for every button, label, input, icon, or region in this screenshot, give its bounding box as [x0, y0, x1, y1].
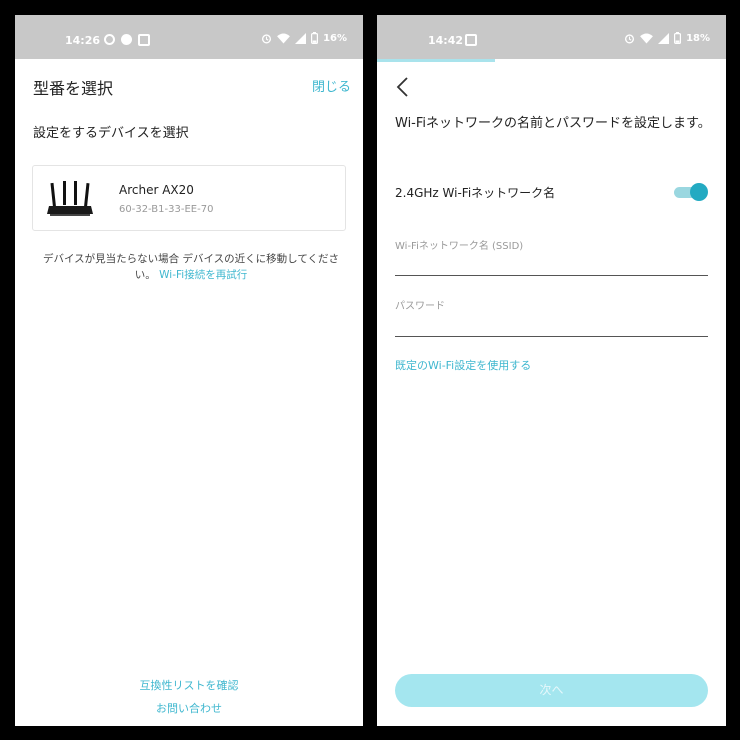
back-arrow-icon[interactable]: [393, 75, 415, 99]
use-default-wifi-link[interactable]: 既定のWi-Fi設定を使用する: [395, 357, 531, 373]
close-button[interactable]: 閉じる: [312, 76, 351, 95]
page-title: 型番を選択: [33, 79, 114, 98]
app-notification-icon: [465, 33, 477, 46]
wifi-icon: [277, 32, 290, 44]
ssid-field[interactable]: Wi-Fiネットワーク名 (SSID): [395, 237, 523, 252]
battery-icon: [311, 32, 319, 44]
battery-icon: [674, 32, 682, 44]
device-mac: 60-32-B1-33-EE-70: [119, 204, 214, 215]
alarm-icon: [625, 33, 635, 43]
device-select-screen: 14:26 16% 型番を選択 閉じる 設定をするデバイスを選択 Archer …: [15, 15, 363, 726]
wifi-setup-screen: 14:42 18% Wi-Fiネットワークの名前とパスワードを設定します。 2.…: [377, 15, 726, 726]
signal-icon: [658, 32, 670, 44]
toggle-knob: [690, 183, 708, 201]
retry-wifi-link[interactable]: Wi-Fi接続を再試行: [159, 269, 247, 281]
status-time: 14:42: [428, 34, 464, 47]
signal-icon: [295, 32, 307, 44]
password-underline: [395, 336, 708, 337]
app-notification-icon: [138, 33, 150, 46]
device-not-found-help: デバイスが見当たらない場合 デバイスの近くに移動してください。 Wi-Fi接続を…: [33, 251, 349, 283]
wifi-icon: [640, 32, 653, 44]
notification-icons: [465, 33, 477, 46]
battery-percent: 18%: [686, 32, 710, 44]
battery-percent: 16%: [323, 32, 347, 44]
section-subtitle: 設定をするデバイスを選択: [33, 126, 189, 141]
password-field[interactable]: パスワード: [395, 297, 445, 312]
notification-icons: [104, 33, 150, 46]
alarm-icon: [262, 33, 272, 43]
status-bar: 14:26 16%: [15, 15, 363, 59]
router-icon: [47, 181, 93, 216]
app-notification-icon: [104, 34, 115, 45]
wifi-toggle[interactable]: [674, 183, 708, 201]
device-card[interactable]: Archer AX20 60-32-B1-33-EE-70: [32, 165, 346, 231]
next-button[interactable]: 次へ: [395, 674, 708, 707]
page-title: Wi-Fiネットワークの名前とパスワードを設定します。: [395, 116, 711, 131]
wifi-network-label: 2.4GHz Wi-Fiネットワーク名: [395, 186, 556, 200]
status-icons: 18%: [624, 32, 710, 44]
status-time: 14:26: [65, 34, 101, 47]
compatibility-list-link[interactable]: 互換性リストを確認: [15, 677, 363, 693]
device-name: Archer AX20: [119, 183, 194, 197]
status-icons: 16%: [261, 32, 347, 44]
contact-link[interactable]: お問い合わせ: [15, 700, 363, 716]
status-bar: 14:42 18%: [377, 15, 726, 59]
app-notification-icon: [121, 34, 132, 45]
setup-progress-bar: [377, 59, 495, 62]
ssid-underline: [395, 275, 708, 276]
